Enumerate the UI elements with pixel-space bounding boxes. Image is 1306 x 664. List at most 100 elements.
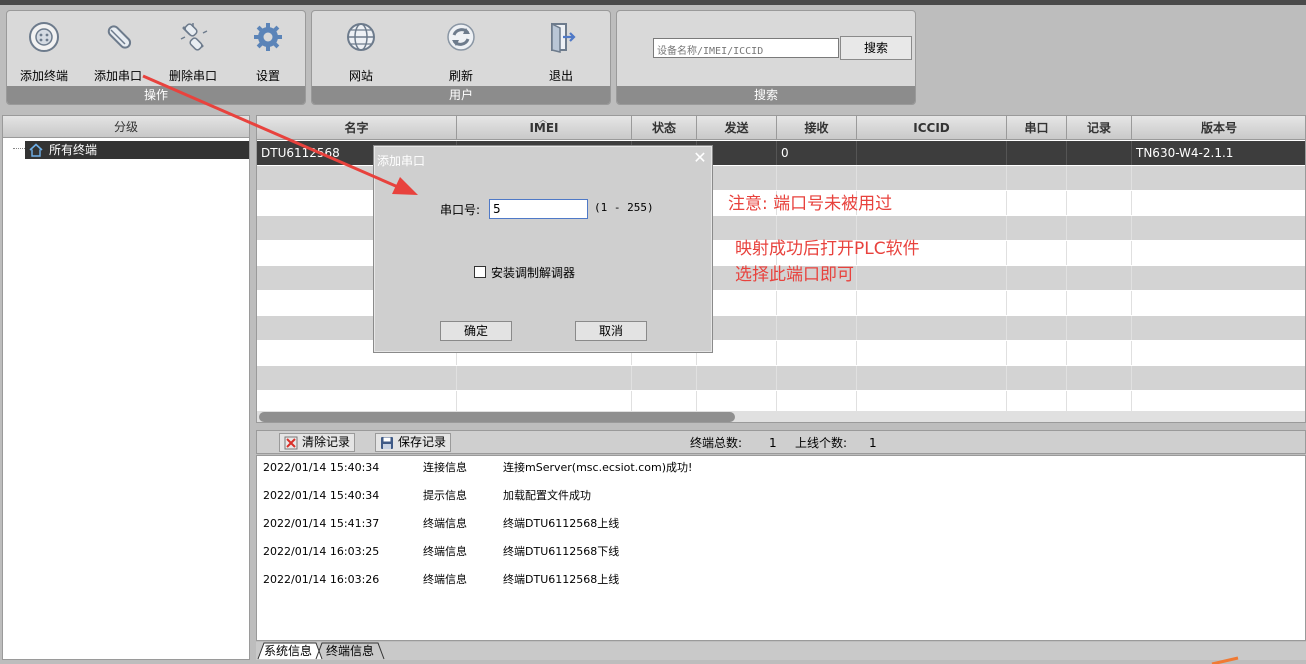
settings-button[interactable]: 设置 [233, 17, 303, 83]
port-number-input[interactable]: 5 [489, 199, 588, 219]
delete-serial-button[interactable]: 删除串口 [158, 17, 228, 83]
table-cell [1132, 291, 1305, 315]
refresh-label: 刷新 [448, 69, 473, 83]
table-cell [632, 366, 697, 390]
log-time: 2022/01/14 15:41:37 [263, 517, 380, 530]
column-header-receive[interactable]: 接收 [777, 116, 857, 140]
top-border [0, 0, 1306, 5]
column-header-version[interactable]: 版本号 [1132, 116, 1305, 140]
table-cell [1132, 216, 1305, 240]
table-cell [1132, 316, 1305, 340]
table-cell [1132, 241, 1305, 265]
ok-button[interactable]: 确定 [440, 321, 512, 341]
table-cell [777, 341, 857, 365]
log-type: 终端信息 [423, 573, 467, 586]
column-header-record[interactable]: 记录 [1067, 116, 1132, 140]
tab-terminal-info[interactable]: 终端信息 [320, 642, 380, 660]
tab-system-info[interactable]: 系统信息 [258, 642, 318, 660]
table-cell [1067, 316, 1132, 340]
install-modem-checkbox[interactable] [474, 266, 486, 278]
table-cell [1132, 341, 1305, 365]
cell-version: TN630-W4-2.1.1 [1132, 141, 1305, 165]
clear-log-label: 清除记录 [302, 435, 351, 449]
port-label: 串口号: [440, 203, 481, 217]
table-cell [697, 366, 777, 390]
cancel-button[interactable]: 取消 [575, 321, 647, 341]
search-input[interactable]: 设备名称/IMEI/ICCID [653, 38, 839, 58]
table-cell [857, 341, 1007, 365]
dialog-title: 添加串口 [377, 154, 426, 168]
table-cell [1007, 266, 1067, 290]
toolbar-group-operate: 添加终端 添加串口 删除串口 设置 操作 [6, 10, 306, 105]
settings-label: 设置 [255, 69, 280, 83]
exit-button[interactable]: 退出 [526, 17, 596, 83]
terminal-total-value: 1 [769, 436, 777, 450]
refresh-icon [447, 23, 475, 51]
table-cell [777, 166, 857, 190]
column-header-send[interactable]: 发送 [697, 116, 777, 140]
log-toolbar: 清除记录 保存记录 终端总数: 1 上线个数: 1 [256, 430, 1306, 454]
tree-connector [13, 148, 25, 149]
log-message: 终端DTU6112568下线 [503, 545, 620, 558]
table-cell [1132, 366, 1305, 390]
table-cell [1007, 216, 1067, 240]
save-icon [381, 437, 393, 449]
search-button[interactable]: 搜索 [840, 36, 912, 60]
globe-icon [347, 23, 375, 51]
delete-serial-icon [180, 23, 208, 51]
annotation-note-open-plc: 映射成功后打开PLC软件 [735, 239, 920, 259]
exit-label: 退出 [548, 69, 573, 83]
add-serial-label: 添加串口 [93, 69, 142, 83]
log-list: 2022/01/14 15:40:34 连接信息 连接mServer(msc.e… [256, 455, 1306, 641]
table-cell [857, 316, 1007, 340]
table-cell [857, 266, 1007, 290]
column-header-serial[interactable]: 串口 [1007, 116, 1067, 140]
save-log-button[interactable]: 保存记录 [375, 433, 452, 452]
annotation-note-unused-port: 注意: 端口号未被用过 [728, 194, 893, 214]
port-range-hint: (1 - 255) [594, 201, 654, 214]
tree-header: 分级 [3, 116, 249, 138]
table-cell [1007, 166, 1067, 190]
column-header-iccid[interactable]: ICCID [857, 116, 1007, 140]
table-cell [1007, 191, 1067, 215]
table-cell [1067, 166, 1132, 190]
table-cell [1007, 291, 1067, 315]
table-row [257, 366, 1305, 390]
add-terminal-button[interactable]: 添加终端 [9, 17, 79, 83]
cell-receive: 0 [777, 141, 857, 165]
table-cell [1132, 166, 1305, 190]
install-modem-label[interactable]: 安装调制解调器 [491, 264, 575, 281]
table-cell [857, 291, 1007, 315]
tree-item-label: 所有终端 [49, 143, 98, 157]
log-type: 提示信息 [423, 489, 467, 502]
table-cell [857, 166, 1007, 190]
scrollbar-thumb[interactable] [259, 412, 735, 422]
table-cell [257, 366, 457, 390]
column-header-name[interactable]: 名字 [257, 116, 457, 140]
table-cell [1067, 191, 1132, 215]
log-message: 终端DTU6112568上线 [503, 517, 620, 530]
table-cell [857, 366, 1007, 390]
toolbar-group-search-label: 搜索 [617, 86, 915, 104]
tree-item-all-terminals[interactable]: 所有终端 [25, 141, 249, 159]
table-cell [1007, 316, 1067, 340]
refresh-button[interactable]: 刷新 [426, 17, 496, 83]
log-type: 连接信息 [423, 461, 467, 474]
add-serial-button[interactable]: 添加串口 [83, 17, 153, 83]
table-cell [1132, 191, 1305, 215]
toolbar-group-user-label: 用户 [312, 86, 610, 104]
horizontal-scrollbar[interactable] [257, 411, 1305, 422]
close-icon[interactable]: ✕ [693, 150, 707, 166]
table-cell [1067, 216, 1132, 240]
column-header-status[interactable]: 状态 [632, 116, 697, 140]
table-cell [1067, 341, 1132, 365]
table-cell [1067, 291, 1132, 315]
log-type: 终端信息 [423, 545, 467, 558]
exit-icon [551, 22, 576, 53]
home-icon [29, 143, 43, 157]
table-cell [777, 316, 857, 340]
gear-icon [254, 23, 282, 51]
log-time: 2022/01/14 15:40:34 [263, 489, 380, 502]
clear-log-button[interactable]: 清除记录 [279, 433, 356, 452]
website-button[interactable]: 网站 [326, 17, 396, 83]
